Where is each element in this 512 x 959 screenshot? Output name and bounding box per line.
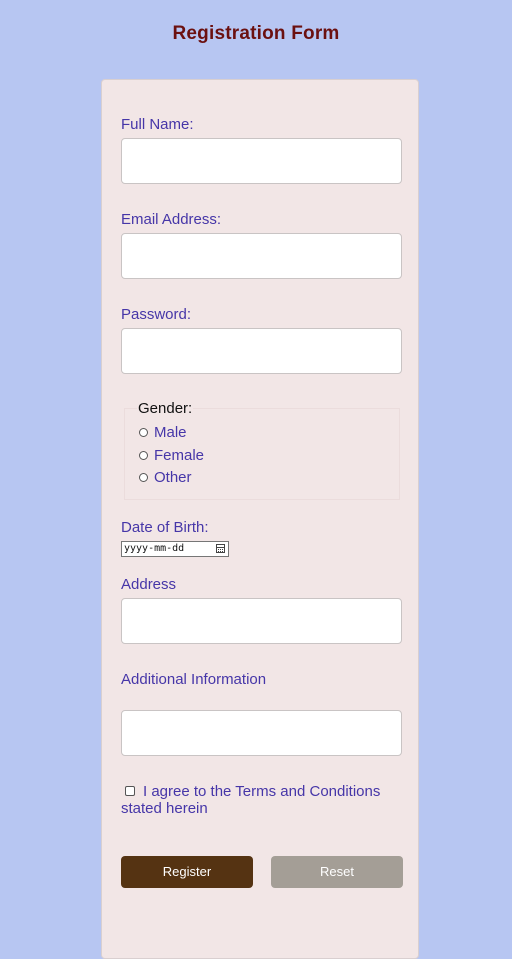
password-input[interactable]: [121, 328, 402, 374]
password-label: Password:: [121, 306, 192, 323]
terms-checkbox[interactable]: [125, 786, 135, 796]
additional-info-label: Additional Information: [121, 671, 267, 688]
radio-label: Female: [154, 446, 205, 464]
page-title: Registration Form: [172, 23, 340, 44]
address-label: Address: [121, 576, 177, 593]
radio-label: Male: [154, 423, 187, 441]
gender-legend: Gender:: [137, 400, 194, 417]
radio-button[interactable]: [139, 472, 148, 482]
dob-placeholder: yyyy-mm-dd: [124, 543, 185, 554]
gender-option-other[interactable]: Other: [139, 468, 192, 486]
calendar-icon[interactable]: [216, 544, 225, 553]
gender-option-female[interactable]: Female: [139, 446, 204, 464]
email-label: Email Address:: [121, 211, 222, 228]
radio-label: Other: [154, 468, 192, 486]
gender-option-male[interactable]: Male: [139, 423, 187, 441]
email-input[interactable]: [121, 233, 402, 279]
address-input[interactable]: [121, 598, 402, 644]
dob-date-input[interactable]: yyyy-mm-dd: [121, 541, 229, 557]
radio-button[interactable]: [139, 427, 148, 437]
full-name-input[interactable]: [121, 138, 402, 184]
full-name-label: Full Name:: [121, 116, 194, 133]
additional-info-input[interactable]: [121, 710, 402, 756]
radio-button[interactable]: [139, 450, 148, 460]
reset-button[interactable]: Reset: [271, 856, 403, 888]
dob-label: Date of Birth:: [121, 519, 209, 536]
register-button[interactable]: Register: [121, 856, 253, 888]
registration-form: Full Name: Email Address: Password: Gend…: [101, 79, 419, 959]
terms-label: I agree to the Terms and Conditions stat…: [121, 783, 381, 817]
